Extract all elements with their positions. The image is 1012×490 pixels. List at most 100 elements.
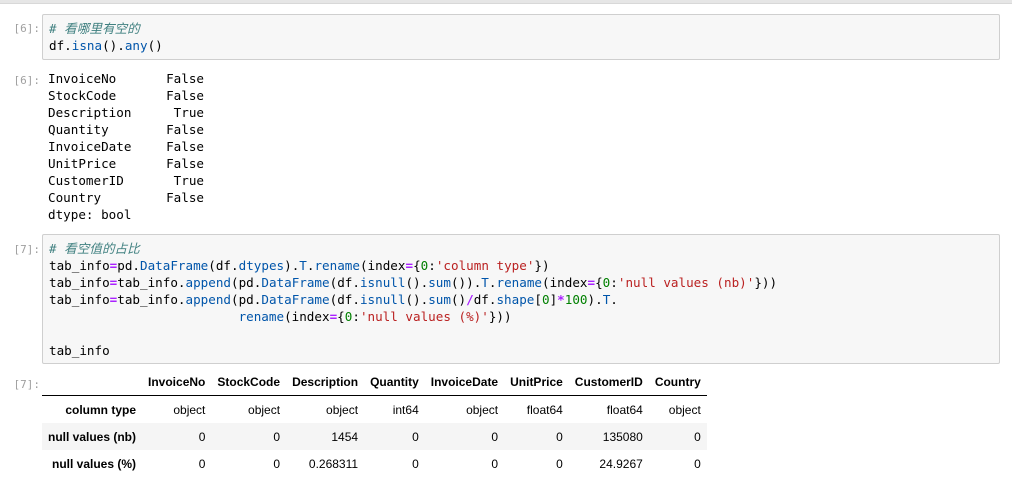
- code-token: (): [147, 38, 163, 53]
- table-cell: 0: [412, 456, 419, 471]
- table-cell: object: [326, 402, 359, 417]
- code-token: DataFrame: [261, 275, 330, 290]
- code-token: T: [481, 275, 489, 290]
- table-cell: object: [668, 402, 701, 417]
- table-cell: 1454: [331, 429, 359, 444]
- series-index: StockCode: [48, 88, 117, 103]
- code-cell-7[interactable]: # 看空值的占比 tab_info=pd.DataFrame(df.dtypes)…: [42, 234, 1000, 364]
- code-token: dtypes: [238, 258, 285, 273]
- row-label: null values (%): [51, 456, 137, 471]
- code-line: tab_info: [49, 342, 999, 359]
- code-token: ().: [405, 275, 429, 290]
- table-row: null values (%) 0 0 0.268311 0 0 0 24.9267 0: [42, 450, 707, 477]
- series-row: CustomerID True: [48, 172, 204, 189]
- code-line: tab_info=tab_info.append(pd.DataFrame(df…: [49, 291, 999, 308]
- row-label: column type: [65, 402, 137, 417]
- output-series-6: InvoiceNo False StockCode False Description T…: [48, 70, 204, 223]
- series-row: StockCode False: [48, 87, 204, 104]
- table-cell: 135080: [602, 429, 643, 444]
- code-token: pd.: [117, 258, 141, 273]
- column-header: UnitPrice: [504, 368, 569, 396]
- series-index: InvoiceNo: [48, 71, 117, 86]
- code-token: DataFrame: [140, 258, 209, 273]
- code-token: isnull: [359, 292, 406, 307]
- code-token: })): [488, 309, 512, 324]
- code-token: T: [299, 258, 307, 273]
- table-cell: 0: [198, 456, 206, 471]
- code-token: shape: [496, 292, 535, 307]
- code-token: # 看空值的占比: [49, 241, 140, 256]
- code-token: =: [405, 258, 414, 273]
- code-token: tab_info.: [117, 275, 186, 290]
- column-header: InvoiceDate: [424, 368, 505, 396]
- code-token: DataFrame: [261, 292, 330, 307]
- series-index: Description: [48, 105, 132, 120]
- code-token: rename: [314, 258, 360, 273]
- code-token: (index: [284, 309, 330, 324]
- code-token: tab_info: [49, 343, 110, 358]
- series-row: Quantity False: [48, 121, 204, 138]
- table-cell: 0: [198, 429, 206, 444]
- column-header: Quantity: [364, 368, 425, 396]
- code-line: tab_info=pd.DataFrame(df.dtypes).T.renam…: [49, 257, 999, 274]
- code-token: tab_info: [49, 258, 110, 273]
- table-cell: 0: [556, 429, 563, 444]
- series-index: CustomerID: [48, 173, 124, 188]
- code-token: .: [610, 292, 618, 307]
- input-prompt-7: [7]:: [13, 243, 41, 256]
- code-token: isna: [71, 38, 103, 53]
- dtype-line: dtype: bool: [48, 207, 132, 222]
- series-value: False: [166, 156, 204, 171]
- table-cell: 0: [273, 456, 281, 471]
- output-prompt-6: [6]:: [13, 74, 41, 87]
- column-header: StockCode: [211, 368, 287, 396]
- code-line: # 看空值的占比: [49, 240, 999, 257]
- code-line: tab_info=tab_info.append(pd.DataFrame(df…: [49, 274, 999, 291]
- series-index: InvoiceDate: [48, 139, 132, 154]
- code-token: :: [610, 275, 618, 290]
- series-row: UnitPrice False: [48, 155, 204, 172]
- code-token: rename: [238, 309, 285, 324]
- input-prompt-6: [6]:: [13, 22, 41, 35]
- table-cell: object: [466, 402, 499, 417]
- series-index: Country: [48, 190, 102, 205]
- code-token: 'column type': [435, 258, 535, 273]
- code-line: rename(index={0:'null values (%)'})): [49, 308, 999, 325]
- code-token: ).: [587, 292, 603, 307]
- top-divider: [0, 0, 1012, 4]
- code-token: *: [557, 292, 565, 307]
- code-token: [: [534, 292, 542, 307]
- series-value: False: [166, 139, 204, 154]
- code-token: /: [466, 292, 474, 307]
- table-cell: 0: [491, 429, 499, 444]
- series-row: InvoiceDate False: [48, 138, 204, 155]
- table-cell: float64: [606, 402, 643, 417]
- code-token: sum: [428, 292, 451, 307]
- table-cell: 0: [694, 429, 701, 444]
- series-row: Country False: [48, 189, 204, 206]
- code-token: df.: [473, 292, 497, 307]
- code-token: :: [428, 258, 436, 273]
- code-token: 'null values (nb)': [617, 275, 755, 290]
- code-token: (df.: [329, 292, 360, 307]
- code-token: =: [587, 275, 596, 290]
- series-value: False: [166, 71, 204, 86]
- code-token: 100: [564, 292, 588, 307]
- table-row: null values (nb) 0 0 1454 0 0 0 135080 0: [42, 423, 707, 450]
- row-label: null values (nb): [48, 429, 137, 444]
- code-cell-6[interactable]: # 看哪里有空的 df.isna().any(): [42, 14, 1000, 60]
- code-token: 0: [541, 292, 550, 307]
- series-value: False: [166, 190, 204, 205]
- table-cell: int64: [392, 402, 419, 417]
- table-cell: float64: [526, 402, 563, 417]
- table-cell: 0: [556, 456, 563, 471]
- table-cell: 24.9267: [599, 456, 643, 471]
- code-token: (index: [541, 275, 588, 290]
- table-header-row: InvoiceNo StockCode Description Quantity Inv…: [42, 368, 707, 396]
- series-row: Description True: [48, 104, 204, 121]
- column-header: CustomerID: [568, 368, 649, 396]
- code-token: tab_info: [49, 292, 110, 307]
- table-cell: 0.268311: [308, 456, 359, 471]
- code-token: (df.: [208, 258, 239, 273]
